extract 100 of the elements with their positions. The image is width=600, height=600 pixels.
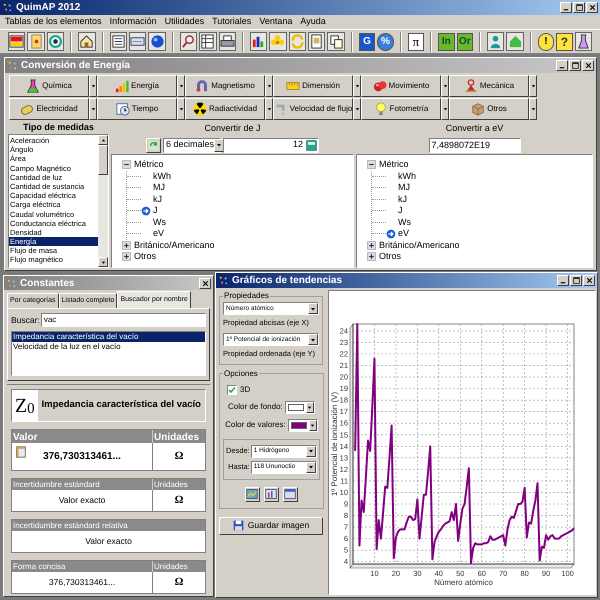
dropdown-button[interactable] [353,75,361,97]
dropdown-button[interactable] [177,98,185,120]
dropdown-button[interactable] [529,98,537,120]
toolbar-button[interactable] [78,32,96,51]
checkbox[interactable] [227,384,237,394]
color-picker[interactable] [284,400,315,414]
dropdown-button[interactable] [441,75,449,97]
maximize-button[interactable] [573,2,585,13]
tree-item[interactable]: kJ [386,192,407,206]
toolbar-button[interactable] [128,32,146,51]
dropdown-button[interactable] [265,75,273,97]
toolbar-button[interactable] [8,32,26,51]
chart-image-icon [246,488,258,500]
category-button[interactable]: Velocidad de flujo [273,98,353,120]
toolbar-button[interactable] [148,32,166,51]
list-item[interactable]: Velocidad de la luz en el vacío [12,342,205,352]
tree-item[interactable]: MJ [386,181,410,194]
dropdown-button[interactable] [89,75,97,97]
tree-item[interactable]: kWh [141,170,171,183]
tree-item[interactable]: MJ [141,181,165,194]
tree-item[interactable]: Británico/Americano [379,238,460,252]
tree-item[interactable]: Ws [386,216,411,229]
menu-item[interactable]: Información [110,15,157,29]
minimize-button[interactable] [557,275,569,286]
decimals-dropdown[interactable]: 6 decimales [163,138,221,152]
scrollbar[interactable] [98,135,108,267]
toolbar-button[interactable]: ! [538,32,554,50]
toolbar-button[interactable] [308,32,326,51]
menu-item[interactable]: Ventana [259,15,292,29]
chart-style-button[interactable] [244,486,260,502]
category-button[interactable]: Dimensión [273,75,353,97]
tree-item[interactable]: Otros [134,250,156,264]
tree-item[interactable]: kWh [386,170,416,183]
minimize-button[interactable] [556,60,568,71]
category-button[interactable]: Electricidad [9,98,89,120]
value-field[interactable]: 12 [223,138,319,152]
toolbar-button[interactable]: π [408,32,424,50]
close-button[interactable] [583,275,595,286]
toolbar-button[interactable] [574,32,592,51]
maximize-button[interactable] [570,275,582,286]
units-value: Ω [152,490,205,511]
app-icon [2,2,13,13]
toolbar-button[interactable] [218,32,236,51]
category-button[interactable]: Química [9,75,89,97]
category-button[interactable]: Radiactividad [185,98,265,120]
category-button[interactable]: Otros [449,98,529,120]
result-field[interactable]: 7,4898072E19 [428,138,520,152]
minimize-button[interactable] [560,2,572,13]
chart-style-button[interactable] [282,486,298,502]
toolbar-button[interactable]: G [358,32,376,50]
toolbar-button[interactable]: % [377,32,394,50]
category-button[interactable]: Energía [97,75,177,97]
tree-item[interactable]: eV [141,227,164,240]
dropdown-button[interactable] [529,75,537,97]
toolbar-button[interactable] [180,32,198,51]
category-button[interactable]: Movimiento [361,75,441,97]
menu-item[interactable]: Ayuda [300,15,326,29]
dropdown-button[interactable] [265,98,273,120]
menu-item[interactable]: Tutoriales [212,15,252,29]
toolbar-button[interactable]: Or [456,32,473,50]
dropdown-button[interactable] [89,98,97,120]
dropdown-button[interactable] [177,75,185,97]
tree-item[interactable]: eV [386,227,410,240]
toolbar-button[interactable] [46,32,64,51]
dropdown-button[interactable] [441,98,449,120]
color-picker[interactable] [288,418,318,432]
scrollbar-thumb[interactable] [98,145,108,175]
toolbar-button[interactable] [250,32,268,51]
category-button[interactable]: Magnetismo [185,75,265,97]
close-button[interactable] [199,278,211,288]
tree-item[interactable]: Métrico [379,158,409,172]
tree-item[interactable]: J [386,204,402,218]
refresh-button[interactable] [146,138,161,152]
dropdown-button[interactable] [353,98,361,120]
tree-item[interactable]: J [141,204,158,218]
list-item[interactable]: Impedancia característica del vacío [12,332,205,342]
close-button[interactable] [582,60,594,71]
column-header: Forma concisa [12,561,66,572]
maximize-button[interactable] [569,60,581,71]
menu-item[interactable]: Utilidades [164,15,204,29]
chart-style-button[interactable] [264,486,279,502]
toolbar-button[interactable]: In [438,32,455,50]
tree-item[interactable]: Ws [141,216,166,229]
menu-item[interactable]: Tablas de los elementos [5,15,102,29]
toolbar-button[interactable] [110,32,127,51]
search-field[interactable]: vac [40,313,206,327]
tree-item[interactable]: Británico/Americano [134,238,215,252]
tree-item[interactable]: kJ [141,192,162,206]
close-button[interactable] [586,2,598,13]
tree-item[interactable]: Otros [379,250,402,264]
toolbar-button[interactable] [199,32,217,51]
category-button[interactable]: Mecánica [449,75,529,97]
save-image-button[interactable]: Guardar imagen [219,516,323,534]
toolbar-button[interactable]: ? [556,32,573,50]
tree-item[interactable]: Métrico [134,158,164,172]
category-button[interactable]: Fotometría [361,98,441,120]
toolbar-button[interactable] [327,32,345,51]
category-button[interactable]: Tiempo [97,98,177,120]
box-icon [471,102,486,116]
constant-value: 376,730313461... [43,450,121,464]
